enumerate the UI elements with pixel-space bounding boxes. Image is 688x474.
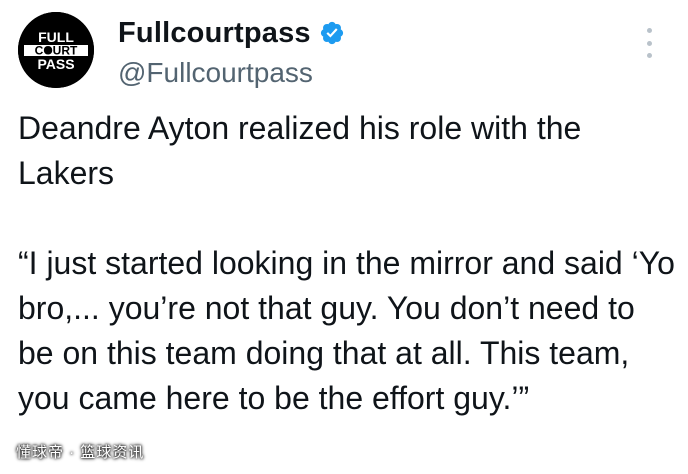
- user-handle[interactable]: @Fullcourtpass: [118, 56, 313, 90]
- tweet-text: Deandre Ayton realized his role with the…: [18, 106, 678, 421]
- tweet-header: FULL COURT PASS Fullcourtpass @Fullcourt…: [18, 12, 668, 88]
- avatar-logo: FULL COURT PASS: [18, 12, 94, 88]
- basketball-icon: [44, 46, 53, 55]
- more-dot: [646, 40, 652, 46]
- tweet-headline: Deandre Ayton realized his role with the…: [18, 110, 582, 191]
- verified-badge-icon: [319, 20, 345, 46]
- tweet-quote: “I just started looking in the mirror an…: [18, 245, 675, 416]
- more-dot: [646, 28, 652, 33]
- watermark: 懂球帝 · 篮球资讯: [16, 444, 145, 461]
- avatar-text-pass: PASS: [37, 56, 74, 72]
- display-name[interactable]: Fullcourtpass: [118, 16, 311, 50]
- avatar[interactable]: FULL COURT PASS: [18, 12, 94, 88]
- name-row: Fullcourtpass: [118, 16, 345, 50]
- more-dot: [646, 53, 652, 58]
- more-options-icon[interactable]: [644, 28, 654, 58]
